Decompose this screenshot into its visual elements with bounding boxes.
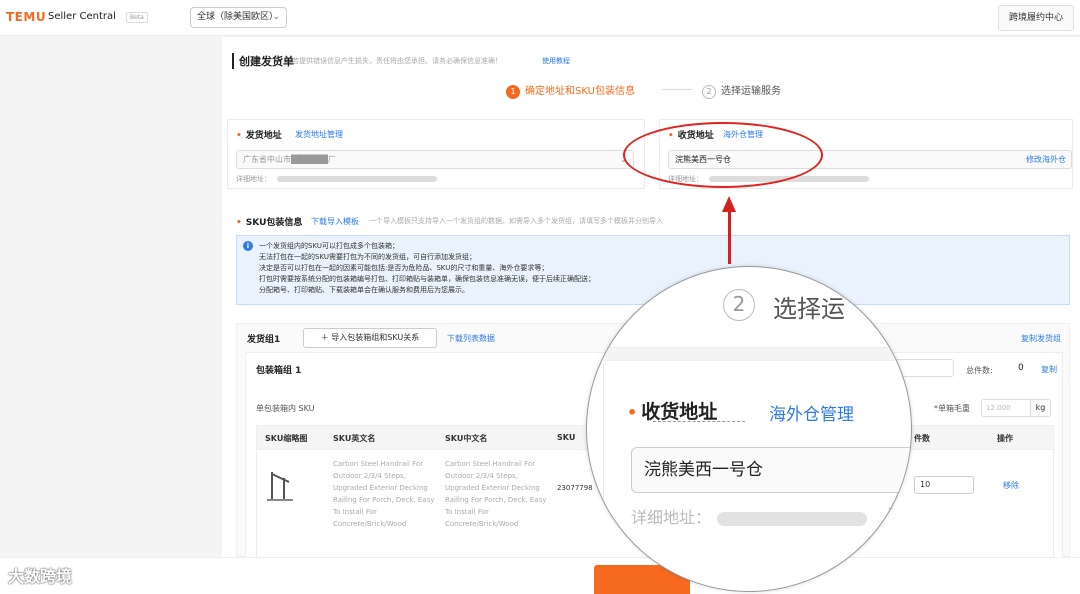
sku-en-name: Carbon Steel Handrail For Outdoor 2/3/4 … (333, 460, 435, 528)
mag-separator (587, 347, 911, 361)
download-template-link[interactable]: 下载导入模板 (311, 216, 359, 227)
total-qty-value: 0 (1018, 363, 1024, 373)
mag-ship-to-field[interactable]: 浣熊美西一号仓 (631, 447, 911, 493)
info-line: 一个发货组内的SKU可以打包成多个包装箱； (259, 242, 399, 250)
mag-divider (603, 363, 604, 591)
step-1: 1 确定地址和SKU包装信息 (506, 82, 635, 99)
tutorial-link[interactable]: 使用教程 (542, 56, 570, 66)
step-2-number: 2 (702, 85, 716, 99)
cross-border-center-button[interactable]: 跨境履约中心 (998, 5, 1074, 31)
import-box-sku-button[interactable]: ＋ 导入包装箱组和SKU关系 (303, 328, 437, 348)
mag-warehouse-manage-link[interactable]: 海外仓管理 (769, 400, 854, 425)
box-group-title: 包装箱组 1 (256, 366, 302, 376)
page-hint: 若提供错误信息产生损失，责任将由您承担。请务必确保信息准确！ (292, 57, 502, 65)
col-sku: SKU (557, 433, 576, 442)
group-title: 发货组1 (247, 335, 281, 345)
remove-link[interactable]: 移除 (1003, 480, 1019, 491)
app-subtitle: Seller Central (48, 11, 116, 22)
copy-box-link[interactable]: 复制 (1041, 364, 1057, 375)
ship-from-value: 广东省中山市██████厂 (243, 155, 336, 164)
highlight-annotation (623, 122, 823, 188)
chevron-down-icon: ⌄ (272, 12, 280, 22)
info-notice: i 一个发货组内的SKU可以打包成多个包装箱； 无法打包在一起的SKU需要打包为… (236, 235, 1070, 305)
page-title: 创建发货单 (232, 53, 294, 69)
download-list-link[interactable]: 下载列表数据 (447, 333, 495, 344)
col-actions: 操作 (997, 434, 1013, 443)
ship-from-select[interactable]: 广东省中山市██████厂 ⌄ (236, 150, 634, 169)
mag-step-number: 2 (723, 289, 755, 321)
region-select[interactable]: 全球（除美国欧区） ⌄ (190, 7, 287, 28)
mag-detail-tail: 17 (887, 504, 908, 523)
ship-from-title: • 发货地址 (236, 131, 282, 141)
info-line: 无法打包在一起的SKU需要打包为不同的发货组，可自行添加发货组； (259, 253, 476, 261)
mag-step-text: 选择运 (773, 295, 845, 323)
sku-id: 23077798 (557, 484, 593, 492)
mag-underline (653, 421, 745, 422)
temu-logo[interactable]: TEMU (6, 10, 46, 24)
weight-input[interactable]: 12.000 kg (981, 399, 1051, 417)
info-line: 决定是否可以打包在一起的因素可能包括:是否为危险品、SKU的尺寸和重量、海外仓要… (259, 264, 549, 272)
step-1-number: 1 (506, 85, 520, 99)
col-qty: 件数 (914, 434, 930, 443)
step-2: 2 选择运输服务 (702, 82, 781, 99)
weight-placeholder: 12.000 (986, 404, 1011, 412)
step-connector (662, 89, 692, 90)
col-cn-name: SKU中文名 (445, 434, 488, 443)
weight-label: *单箱毛重 (934, 404, 970, 413)
qty-input[interactable]: 10 (914, 476, 974, 494)
col-thumbnail: SKU缩略图 (265, 434, 308, 443)
sku-section-hint: 一个导入模板只支持导入一个发货组的数据。如需导入多个发货组，请填写多个模板并分别… (369, 217, 663, 225)
modify-warehouse-link[interactable]: 修改海外仓 (1026, 154, 1066, 165)
total-qty-label: 总件数: (966, 366, 993, 375)
info-line: 打包时需要按系统分配的包装箱编号打包、打印箱贴与装箱单，确保包装信息准确无误，便… (259, 275, 595, 283)
mag-ship-to-title: • 收货地址 (627, 401, 718, 423)
ship-from-detail: 详细地址： (236, 174, 437, 184)
sku-in-box-label: 单包装箱内 SKU (256, 404, 315, 413)
sku-section-title: • SKU包装信息 (236, 218, 303, 228)
bottom-bar: 大数跨境 (0, 557, 1080, 594)
step-2-label: 选择运输服务 (721, 86, 781, 97)
mag-detail: 详细地址： (631, 504, 868, 528)
info-icon: i (243, 241, 253, 251)
ship-from-manage-link[interactable]: 发货地址管理 (295, 129, 343, 140)
region-value: 全球（除美国欧区） (197, 12, 279, 22)
col-en-name: SKU英文名 (333, 434, 376, 443)
ship-from-card: • 发货地址 发货地址管理 广东省中山市██████厂 ⌄ 详细地址： (227, 119, 645, 189)
copy-group-link[interactable]: 复制发货组 (1021, 333, 1061, 344)
watermark-logo: 大数跨境 (8, 567, 73, 586)
top-bar: TEMU Seller Central Beta 全球（除美国欧区） ⌄ 跨境履… (0, 0, 1080, 36)
step-1-label: 确定地址和SKU包装信息 (525, 86, 635, 97)
magnifier-callout: 2 选择运 • 收货地址 海外仓管理 浣熊美西一号仓 详细地址： 17 (586, 266, 912, 592)
sku-thumbnail (267, 472, 293, 501)
left-blank-area (0, 37, 222, 557)
beta-badge: Beta (126, 12, 148, 23)
arrow-shaft (728, 210, 731, 264)
weight-unit: kg (1030, 400, 1050, 416)
sku-cn-name: Carbon Steel Handrail For Outdoor 2/3/4 … (445, 460, 547, 528)
